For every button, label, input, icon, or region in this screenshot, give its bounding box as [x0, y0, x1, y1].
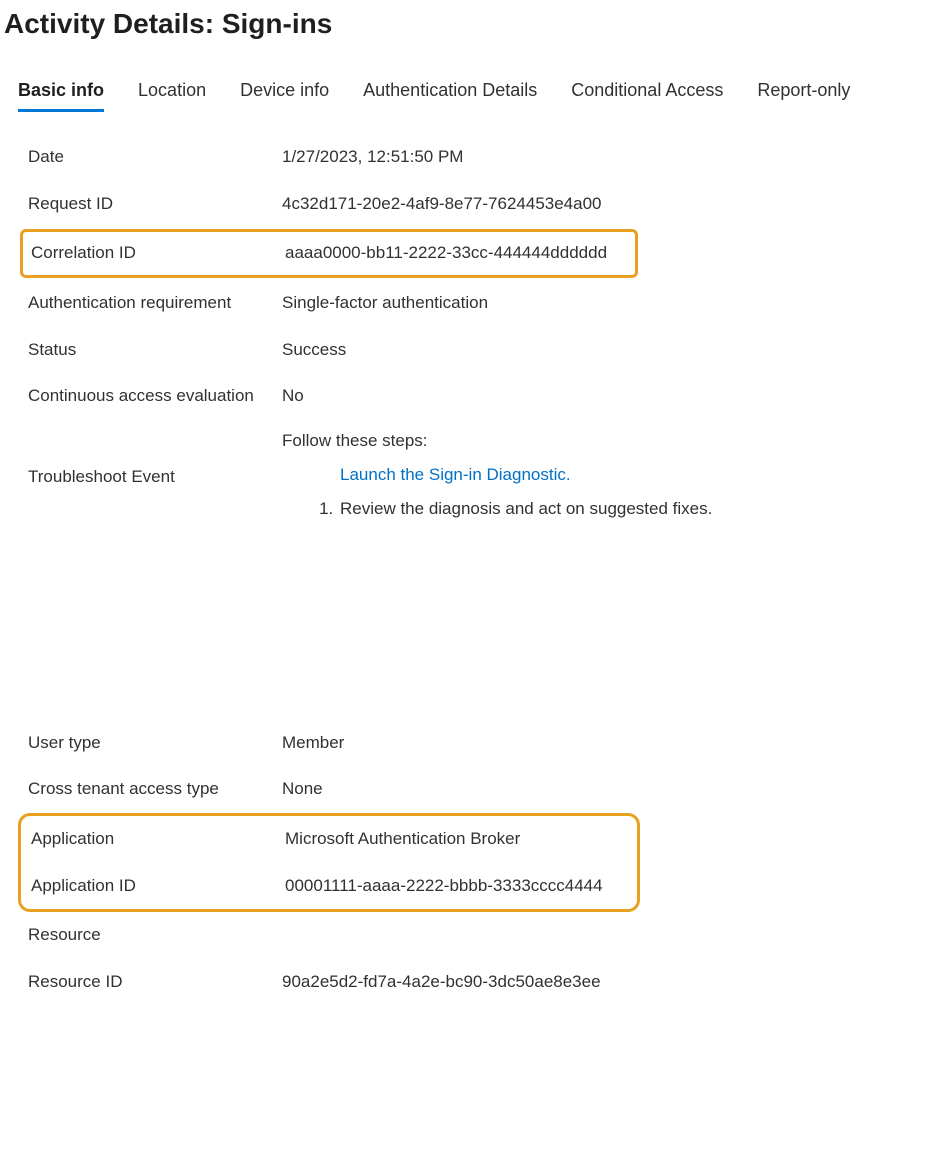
row-cross-tenant: Cross tenant access type None — [22, 766, 928, 813]
label-application: Application — [31, 827, 285, 852]
value-user-type: Member — [282, 731, 344, 756]
label-resource-id: Resource ID — [28, 970, 282, 995]
details-block: Date 1/27/2023, 12:51:50 PM Request ID 4… — [22, 134, 928, 1006]
tab-report-only[interactable]: Report-only — [757, 80, 850, 112]
troubleshoot-steps: Review the diagnosis and act on suggeste… — [282, 499, 712, 519]
tab-device-info[interactable]: Device info — [240, 80, 329, 112]
value-cae: No — [282, 384, 304, 409]
label-cross-tenant: Cross tenant access type — [28, 777, 282, 802]
row-date: Date 1/27/2023, 12:51:50 PM — [22, 134, 928, 181]
label-auth-requirement: Authentication requirement — [28, 291, 282, 316]
row-status: Status Success — [22, 327, 928, 374]
value-auth-requirement: Single-factor authentication — [282, 291, 488, 316]
row-auth-requirement: Authentication requirement Single-factor… — [22, 280, 928, 327]
troubleshoot-intro: Follow these steps: — [282, 431, 712, 451]
label-user-type: User type — [28, 731, 282, 756]
label-request-id: Request ID — [28, 192, 282, 217]
label-cae: Continuous access evaluation — [28, 384, 282, 409]
label-troubleshoot: Troubleshoot Event — [28, 431, 282, 487]
troubleshoot-step-1: Review the diagnosis and act on suggeste… — [338, 499, 712, 519]
row-user-type: User type Member — [22, 720, 928, 767]
spacer — [22, 530, 928, 720]
row-resource-id: Resource ID 90a2e5d2-fd7a-4a2e-bc90-3dc5… — [22, 959, 928, 1006]
tab-list: Basic info Location Device info Authenti… — [18, 80, 928, 112]
row-application-id: Application ID 00001111-aaaa-2222-bbbb-3… — [25, 863, 633, 910]
value-correlation-id: aaaa0000-bb11-2222-33cc-444444dddddd — [285, 241, 607, 266]
label-correlation-id: Correlation ID — [31, 241, 285, 266]
label-date: Date — [28, 145, 282, 170]
value-application-id: 00001111-aaaa-2222-bbbb-3333cccc4444 — [285, 874, 603, 899]
row-troubleshoot: Troubleshoot Event Follow these steps: L… — [22, 420, 928, 530]
tab-location[interactable]: Location — [138, 80, 206, 112]
row-resource: Resource — [22, 912, 928, 959]
row-cae: Continuous access evaluation No — [22, 373, 928, 420]
tab-conditional-access[interactable]: Conditional Access — [571, 80, 723, 112]
row-application: Application Microsoft Authentication Bro… — [25, 816, 633, 863]
value-cross-tenant: None — [282, 777, 323, 802]
value-date: 1/27/2023, 12:51:50 PM — [282, 145, 463, 170]
label-application-id: Application ID — [31, 874, 285, 899]
row-correlation-id: Correlation ID aaaa0000-bb11-2222-33cc-4… — [20, 229, 638, 278]
value-resource-id: 90a2e5d2-fd7a-4a2e-bc90-3dc50ae8e3ee — [282, 970, 601, 995]
value-request-id: 4c32d171-20e2-4af9-8e77-7624453e4a00 — [282, 192, 602, 217]
tab-authentication-details[interactable]: Authentication Details — [363, 80, 537, 112]
value-troubleshoot: Follow these steps: Launch the Sign-in D… — [282, 431, 712, 519]
value-status: Success — [282, 338, 346, 363]
label-resource: Resource — [28, 923, 282, 948]
label-status: Status — [28, 338, 282, 363]
page-title: Activity Details: Sign-ins — [4, 8, 928, 40]
launch-diagnostic-link[interactable]: Launch the Sign-in Diagnostic. — [340, 465, 571, 485]
value-application: Microsoft Authentication Broker — [285, 827, 520, 852]
tab-basic-info[interactable]: Basic info — [18, 80, 104, 112]
highlight-application-group: Application Microsoft Authentication Bro… — [18, 813, 640, 912]
row-request-id: Request ID 4c32d171-20e2-4af9-8e77-76244… — [22, 181, 928, 228]
